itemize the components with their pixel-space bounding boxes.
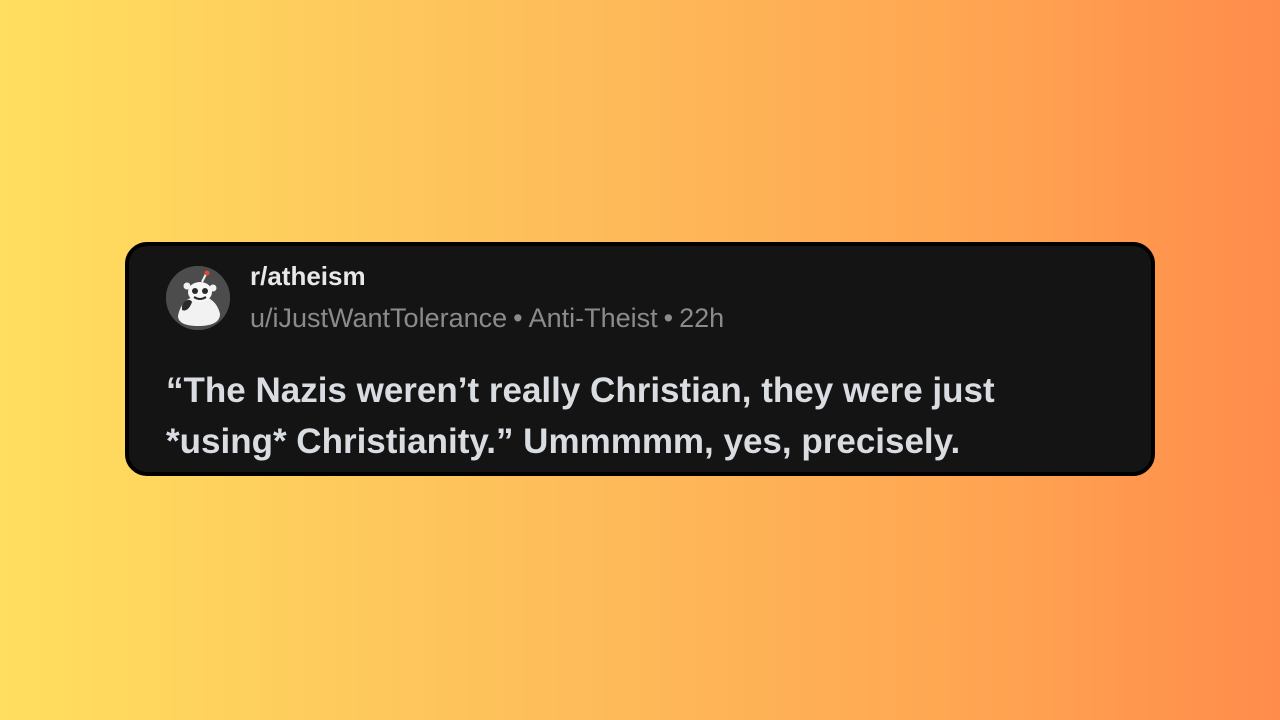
post-card[interactable]: r/atheism u/iJustWantTolerance • Anti-Thei…	[125, 242, 1155, 476]
post-age: 22h	[679, 303, 725, 333]
user-flair: Anti-Theist	[528, 303, 658, 333]
author-username[interactable]: u/iJustWantTolerance	[250, 303, 507, 333]
meta-separator: •	[663, 303, 674, 333]
post-meta: u/iJustWantTolerance • Anti-Theist • 22h	[250, 301, 724, 335]
post-title-line: *using* Christianity.” Ummmmm, yes, prec…	[166, 422, 961, 461]
meta-separator: •	[513, 303, 523, 333]
subreddit-name[interactable]: r/atheism	[250, 260, 366, 292]
subreddit-avatar-icon[interactable]	[166, 266, 230, 330]
post-title-line: “The Nazis weren’t really Christian, the…	[166, 371, 995, 410]
post-title[interactable]: “The Nazis weren’t really Christian, the…	[166, 365, 1126, 467]
snoo-avatar-icon	[166, 266, 230, 330]
